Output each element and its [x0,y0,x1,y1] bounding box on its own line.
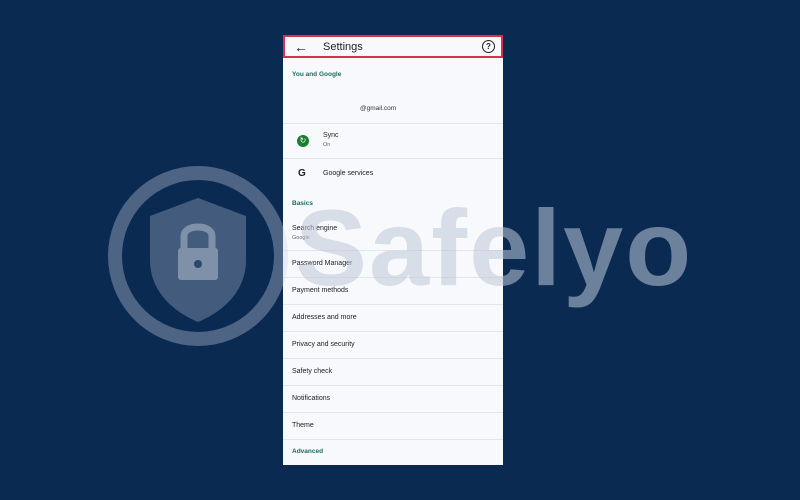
settings-item-password-manager[interactable]: Password Manager [292,260,352,267]
divider [283,385,503,386]
divider [283,250,503,251]
sync-status: On [323,142,331,148]
search-engine-label[interactable]: Search engine [292,225,337,232]
google-g-icon: G [298,168,306,179]
sync-icon: ↻ [297,135,309,147]
back-arrow-icon[interactable]: ← [294,39,308,55]
divider [283,412,503,413]
settings-item-addresses[interactable]: Addresses and more [292,314,357,321]
divider [283,358,503,359]
section-advanced: Advanced [292,448,324,455]
settings-item-privacy[interactable]: Privacy and security [292,341,355,348]
account-email[interactable]: @gmail.com [360,105,396,112]
settings-item-safety-check[interactable]: Safety check [292,368,332,375]
divider [283,304,503,305]
divider [283,158,503,159]
settings-item-theme[interactable]: Theme [292,422,314,429]
search-engine-value: Google [292,235,310,241]
watermark-shield-lock-icon [108,166,288,346]
divider [283,331,503,332]
divider [283,123,503,124]
google-services-label[interactable]: Google services [323,170,373,177]
section-basics: Basics [292,200,313,207]
page-title: Settings [323,41,363,53]
app-bar: ← Settings ? [283,35,503,58]
settings-panel: ← Settings ? You and Google @gmail.com ↻… [283,35,503,465]
settings-item-notifications[interactable]: Notifications [292,395,330,402]
sync-label[interactable]: Sync [323,132,339,139]
divider [283,277,503,278]
settings-item-payment-methods[interactable]: Payment methods [292,287,348,294]
help-icon[interactable]: ? [482,40,495,53]
divider [283,439,503,440]
section-you-and-google: You and Google [292,71,342,78]
